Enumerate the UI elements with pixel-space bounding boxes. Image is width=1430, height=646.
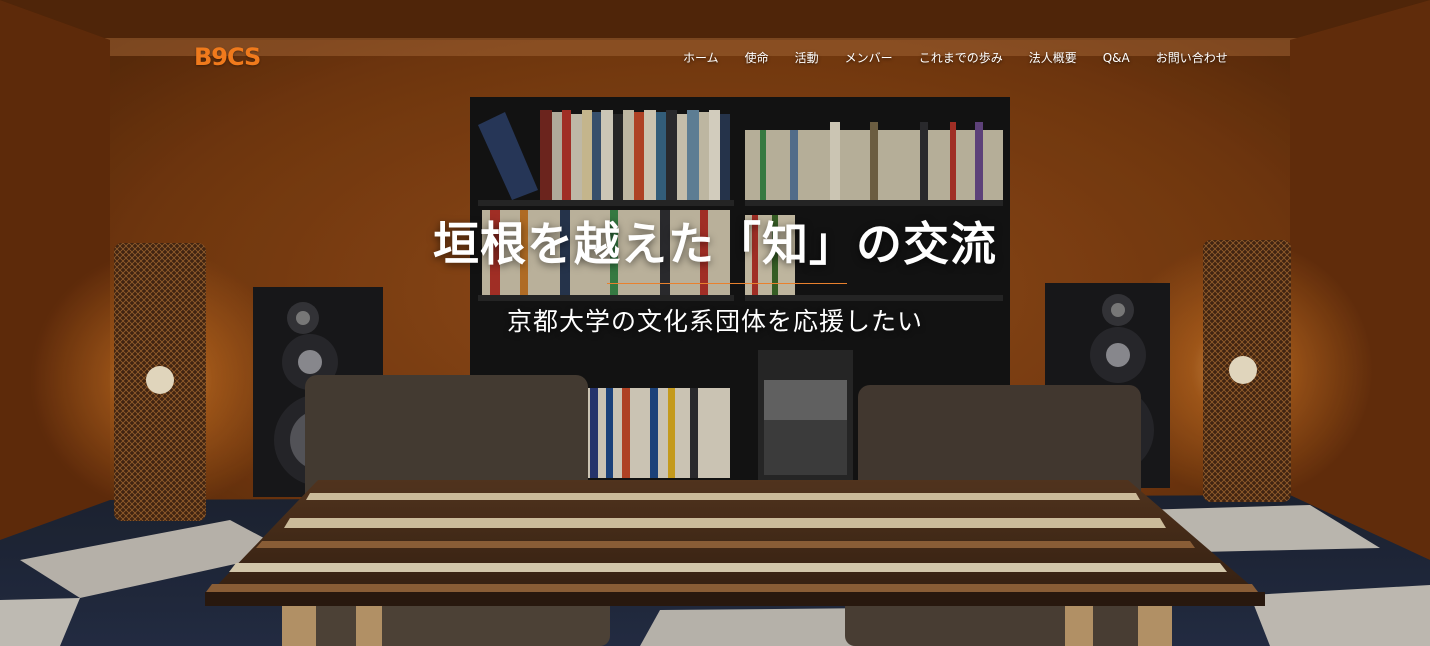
hero-section: B9CS ホーム 使命 活動 メンバー これまでの歩み 法人概要 Q&A お問い…: [0, 0, 1430, 646]
nav-item-home[interactable]: ホーム: [670, 48, 732, 68]
nav-item-activities[interactable]: 活動: [782, 48, 832, 68]
nav-item-history[interactable]: これまでの歩み: [906, 48, 1016, 68]
nav-item-corporate-profile[interactable]: 法人概要: [1016, 48, 1090, 68]
hero-subtitle: 京都大学の文化系団体を応援したい: [506, 307, 923, 336]
site-logo[interactable]: B9CS: [194, 42, 261, 72]
site-header: B9CS ホーム 使命 活動 メンバー これまでの歩み 法人概要 Q&A お問い…: [0, 0, 1430, 90]
hero-title: 垣根を越えた「知」の交流: [433, 217, 997, 271]
nav-item-contact[interactable]: お問い合わせ: [1143, 48, 1241, 68]
hero-divider: [607, 283, 847, 284]
nav-item-members[interactable]: メンバー: [832, 48, 906, 68]
nav-item-mission[interactable]: 使命: [732, 48, 782, 68]
main-navigation: ホーム 使命 活動 メンバー これまでの歩み 法人概要 Q&A お問い合わせ: [670, 48, 1260, 68]
nav-item-faq[interactable]: Q&A: [1090, 48, 1143, 68]
